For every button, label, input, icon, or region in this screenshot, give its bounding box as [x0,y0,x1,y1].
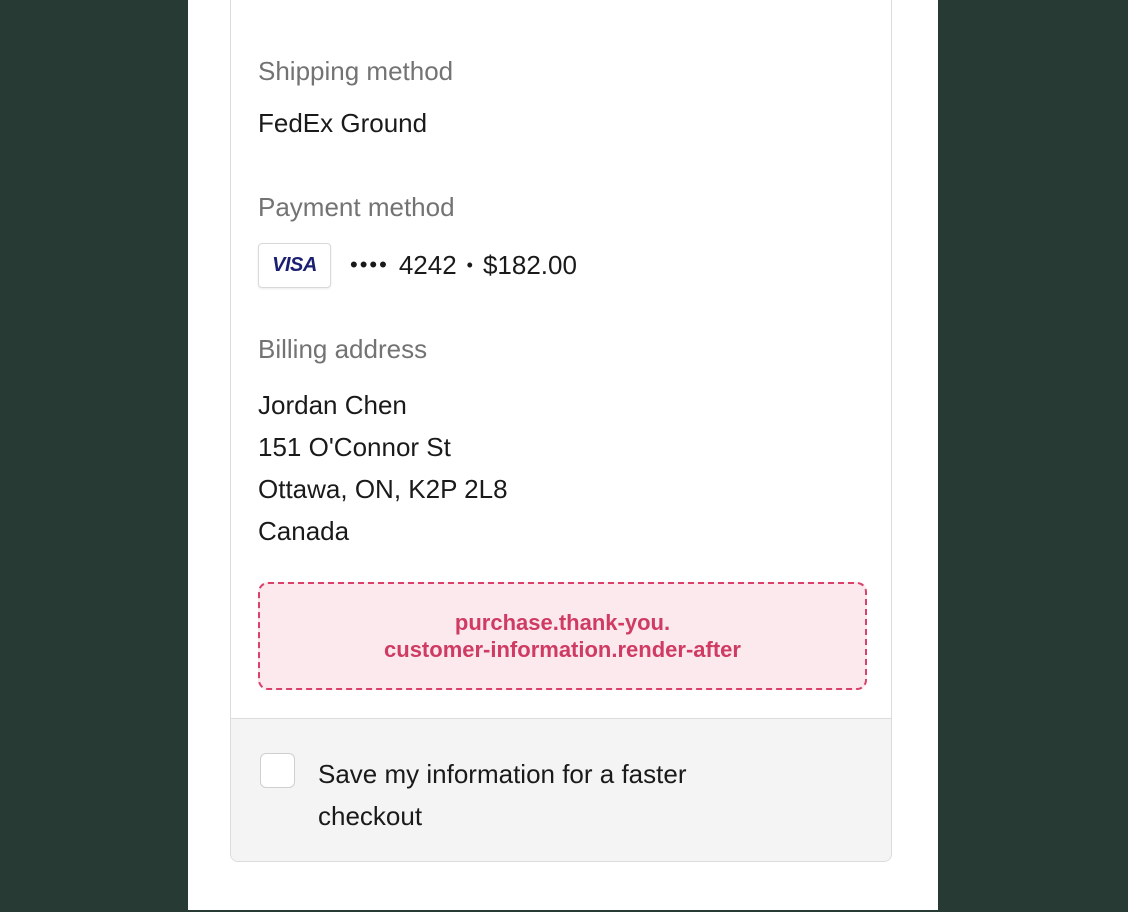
page-panel: Shipping method FedEx Ground Payment met… [188,0,938,910]
save-info-label[interactable]: Save my information for a faster checkou… [318,753,788,837]
save-info-checkbox[interactable] [260,753,295,788]
payment-amount: $182.00 [482,250,577,280]
separator-dot: • [466,255,473,275]
save-info-footer: Save my information for a faster checkou… [231,718,891,861]
payment-summary: •••• 4242 • $182.00 [350,250,577,280]
extension-target-line-2: customer-information.render-after [384,637,741,662]
billing-country: Canada [258,516,350,546]
shipping-method-label: Shipping method [258,56,454,86]
payment-method-label: Payment method [258,192,455,222]
billing-city: Ottawa, ON, K2P 2L8 [258,474,508,504]
card-last4: 4242 [398,250,457,280]
extension-target-placeholder: purchase.thank-you. customer-information… [258,582,867,690]
billing-address-label: Billing address [258,334,428,364]
customer-information-card: Shipping method FedEx Ground Payment met… [230,0,892,862]
billing-name: Jordan Chen [258,390,407,420]
masked-card-digits: •••• [350,252,389,277]
visa-logo: VISA [272,254,317,276]
visa-card-icon: VISA [258,243,331,288]
billing-street: 151 O'Connor St [258,432,451,462]
extension-target-line-1: purchase.thank-you. [454,610,671,635]
shipping-method-value: FedEx Ground [258,108,428,138]
